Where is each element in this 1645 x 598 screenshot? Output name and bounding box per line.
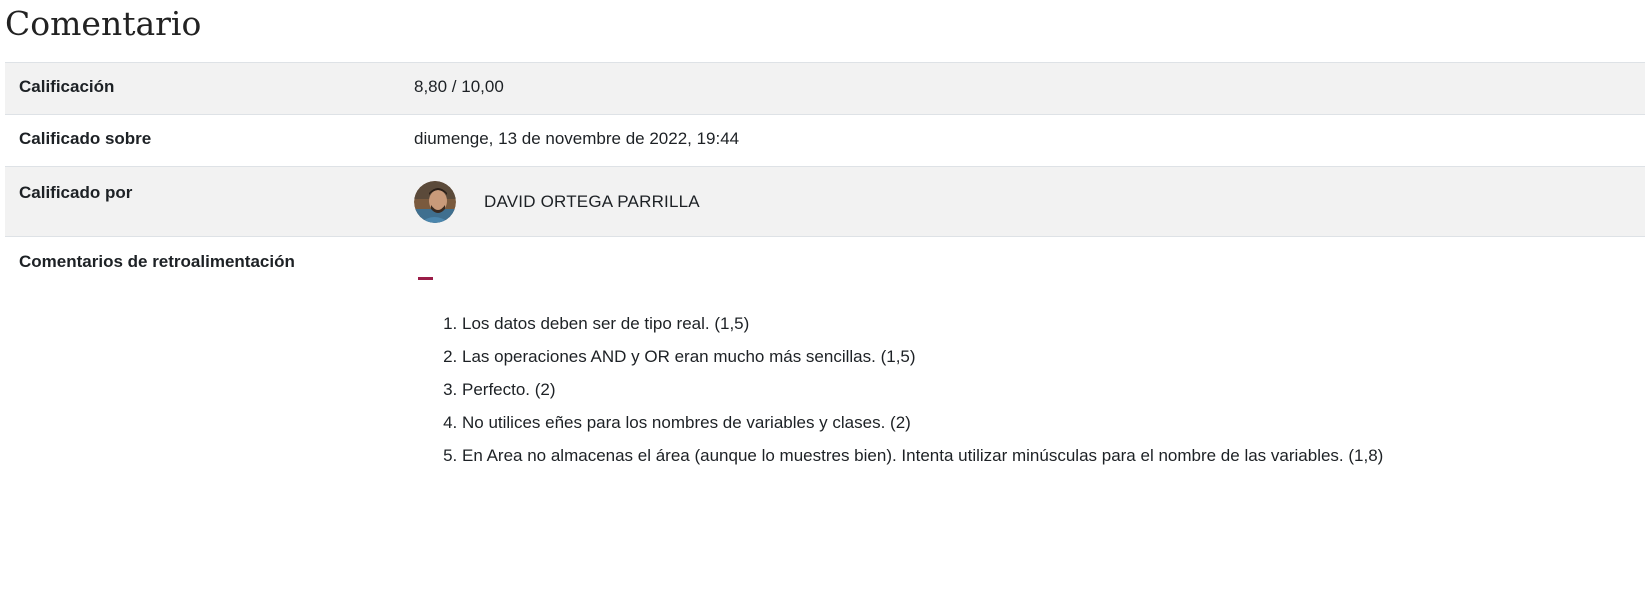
- feedback-value: Los datos deben ser de tipo real. (1,5) …: [414, 237, 1645, 567]
- feedback-label: Comentarios de retroalimentación: [19, 252, 295, 271]
- feedback-row: Comentarios de retroalimentación Los dat…: [5, 236, 1645, 567]
- graded-on-value: diumenge, 13 de novembre de 2022, 19:44: [414, 129, 740, 148]
- grade-feedback-table: Calificación 8,80 / 10,00 Calificado sob…: [5, 62, 1645, 567]
- grade-value: 8,80 / 10,00: [414, 77, 504, 96]
- list-item: En Area no almacenas el área (aunque lo …: [462, 445, 1383, 478]
- user-avatar-icon[interactable]: [414, 180, 456, 223]
- dash-icon: [418, 277, 433, 280]
- list-item: Los datos deben ser de tipo real. (1,5): [462, 313, 1383, 346]
- grade-row: Calificación 8,80 / 10,00: [5, 62, 1645, 114]
- graded-on-label: Calificado sobre: [19, 129, 152, 148]
- feedback-page: Comentario Calificación 8,80 / 10,00 Cal…: [0, 0, 1645, 598]
- section-title: Comentario: [5, 4, 202, 43]
- graded-by-row: Calificado por DAVID ORTEGA PARRILLA: [5, 166, 1645, 236]
- feedback-list: Los datos deben ser de tipo real. (1,5) …: [414, 313, 1383, 478]
- list-item: Las operaciones AND y OR eran mucho más …: [462, 346, 1383, 379]
- graded-by-value: DAVID ORTEGA PARRILLA: [414, 167, 1645, 236]
- list-item: No utilices eñes para los nombres de var…: [462, 412, 1383, 445]
- graded-on-row: Calificado sobre diumenge, 13 de novembr…: [5, 114, 1645, 166]
- list-item: Perfecto. (2): [462, 379, 1383, 412]
- grade-label: Calificación: [19, 77, 115, 96]
- grader-name[interactable]: DAVID ORTEGA PARRILLA: [484, 192, 700, 212]
- graded-by-label: Calificado por: [19, 183, 133, 202]
